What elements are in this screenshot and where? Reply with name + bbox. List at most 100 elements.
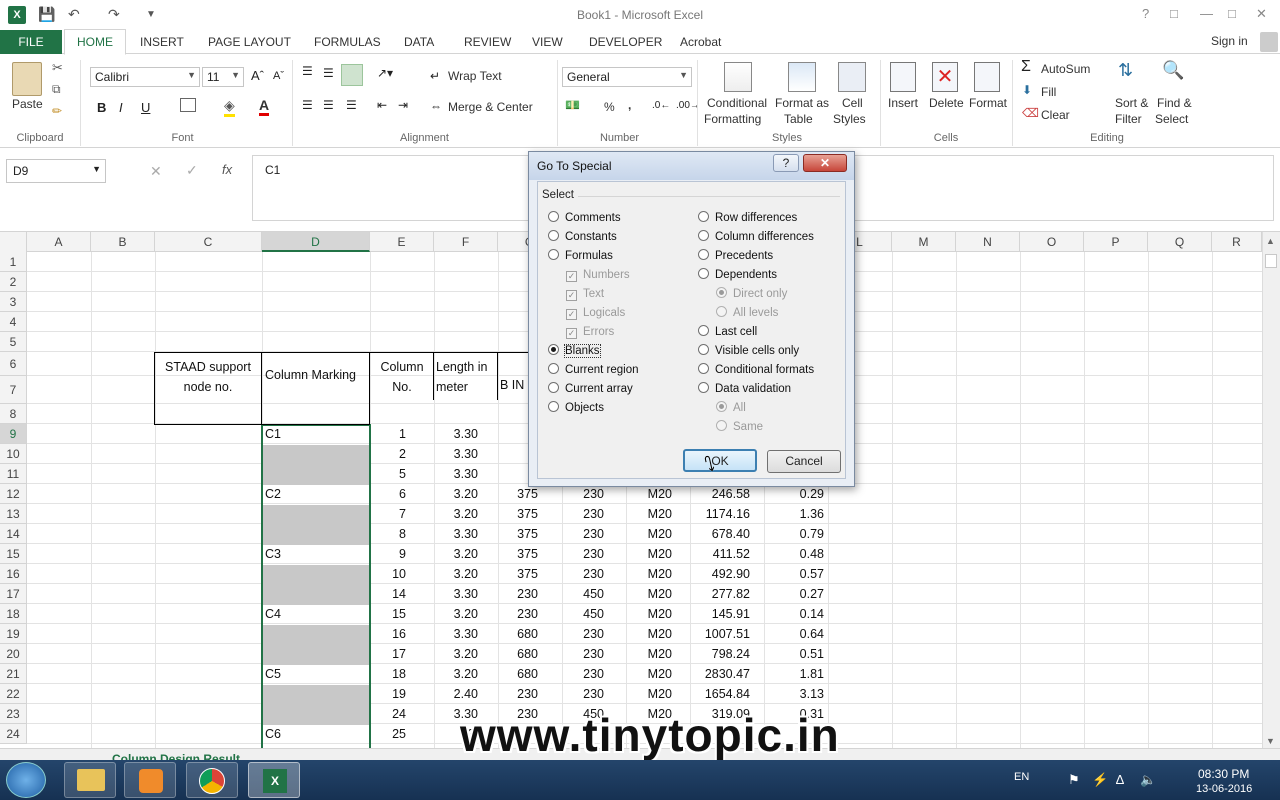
dialog-help-button[interactable]: ? bbox=[773, 154, 799, 172]
row-header-21[interactable]: 21 bbox=[0, 664, 27, 684]
cell-k-row-19[interactable]: 0.64 bbox=[764, 627, 824, 641]
cell-len-row-21[interactable]: 3.20 bbox=[434, 667, 478, 681]
cell-h-row-13[interactable]: 230 bbox=[562, 507, 604, 521]
cell-len-row-10[interactable]: 3.30 bbox=[434, 447, 478, 461]
cell-k-row-17[interactable]: 0.27 bbox=[764, 587, 824, 601]
row-header-17[interactable]: 17 bbox=[0, 584, 27, 604]
row-header-11[interactable]: 11 bbox=[0, 464, 27, 484]
action-center-icon[interactable]: ⚑ bbox=[1068, 772, 1080, 788]
tab-home[interactable]: HOME bbox=[64, 29, 126, 55]
cell-no-row-20[interactable]: 17 bbox=[370, 647, 406, 661]
row-header-1[interactable]: 1 bbox=[0, 252, 27, 272]
column-header-e[interactable]: E bbox=[370, 232, 434, 252]
cell-h-row-19[interactable]: 230 bbox=[562, 627, 604, 641]
row-header-4[interactable]: 4 bbox=[0, 312, 27, 332]
last-cell-option[interactable]: Last cell bbox=[698, 324, 757, 340]
blanks-option[interactable]: Blanks bbox=[548, 343, 601, 359]
cell-i-row-15[interactable]: M20 bbox=[626, 547, 672, 561]
cell-h-row-21[interactable]: 230 bbox=[562, 667, 604, 681]
start-button-icon[interactable] bbox=[6, 762, 46, 798]
autosum-button[interactable]: AutoSum bbox=[1041, 62, 1090, 76]
format-as-table-button[interactable]: Format as bbox=[775, 96, 829, 110]
row-header-10[interactable]: 10 bbox=[0, 444, 27, 464]
power-icon[interactable]: ⚡ bbox=[1092, 772, 1108, 788]
cell-len-row-22[interactable]: 2.40 bbox=[434, 687, 478, 701]
header-length[interactable]: Length in meter bbox=[436, 357, 498, 397]
dialog-close-button[interactable]: ✕ bbox=[803, 154, 847, 172]
tab-view[interactable]: VIEW bbox=[532, 35, 563, 49]
cell-g-row-14[interactable]: 375 bbox=[498, 527, 538, 541]
format-painter-icon[interactable]: ✏ bbox=[52, 104, 62, 118]
row-header-18[interactable]: 18 bbox=[0, 604, 27, 624]
clock-date[interactable]: 13-06-2016 bbox=[1196, 783, 1252, 795]
dependents-option[interactable]: Dependents bbox=[698, 267, 777, 283]
cell-k-row-13[interactable]: 1.36 bbox=[764, 507, 824, 521]
cell-no-row-19[interactable]: 16 bbox=[370, 627, 406, 641]
accounting-format-icon[interactable]: 💵 bbox=[565, 98, 580, 112]
cell-i-row-19[interactable]: M20 bbox=[626, 627, 672, 641]
percent-button[interactable]: % bbox=[604, 100, 615, 114]
row-header-23[interactable]: 23 bbox=[0, 704, 27, 724]
column-header-d[interactable]: D bbox=[262, 232, 370, 252]
excel-taskbar-icon[interactable]: X bbox=[248, 762, 300, 798]
cell-len-row-18[interactable]: 3.20 bbox=[434, 607, 478, 621]
italic-button[interactable]: I bbox=[119, 100, 123, 115]
cell-no-row-12[interactable]: 6 bbox=[370, 487, 406, 501]
cell-k-row-14[interactable]: 0.79 bbox=[764, 527, 824, 541]
cell-k-row-18[interactable]: 0.14 bbox=[764, 607, 824, 621]
cell-mark-row-12[interactable]: C2 bbox=[265, 487, 365, 501]
column-header-a[interactable]: A bbox=[27, 232, 91, 252]
chrome-icon[interactable] bbox=[186, 762, 238, 798]
underline-button[interactable]: U bbox=[141, 100, 150, 115]
wrap-text-icon[interactable]: ↵ bbox=[430, 69, 440, 83]
user-avatar-icon[interactable] bbox=[1260, 32, 1278, 52]
row-header-9[interactable]: 9 bbox=[0, 424, 27, 444]
row-header-14[interactable]: 14 bbox=[0, 524, 27, 544]
cell-g-row-13[interactable]: 375 bbox=[498, 507, 538, 521]
row-header-5[interactable]: 5 bbox=[0, 332, 27, 352]
row-header-7[interactable]: 7 bbox=[0, 376, 27, 404]
column-header-p[interactable]: P bbox=[1084, 232, 1148, 252]
cell-no-row-16[interactable]: 10 bbox=[370, 567, 406, 581]
cell-no-row-21[interactable]: 18 bbox=[370, 667, 406, 681]
cell-no-row-18[interactable]: 15 bbox=[370, 607, 406, 621]
cell-k-row-22[interactable]: 3.13 bbox=[764, 687, 824, 701]
fill-color-icon[interactable]: ◈ bbox=[224, 97, 235, 117]
cell-g-row-17[interactable]: 230 bbox=[498, 587, 538, 601]
header-b-in[interactable]: B IN bbox=[500, 378, 524, 392]
cell-i-row-22[interactable]: M20 bbox=[626, 687, 672, 701]
orientation-icon[interactable]: ↗▾ bbox=[377, 66, 393, 80]
row-header-22[interactable]: 22 bbox=[0, 684, 27, 704]
merge-center-button[interactable]: Merge & Center bbox=[448, 100, 533, 114]
cell-i-row-14[interactable]: M20 bbox=[626, 527, 672, 541]
cell-no-row-22[interactable]: 19 bbox=[370, 687, 406, 701]
cell-no-row-23[interactable]: 24 bbox=[370, 707, 406, 721]
conditional-formatting-icon[interactable] bbox=[724, 62, 752, 92]
cell-h-row-16[interactable]: 230 bbox=[562, 567, 604, 581]
sort-filter-icon[interactable]: ⇅ bbox=[1118, 60, 1133, 81]
cell-g-row-15[interactable]: 375 bbox=[498, 547, 538, 561]
cell-i-row-20[interactable]: M20 bbox=[626, 647, 672, 661]
tab-page-layout[interactable]: PAGE LAYOUT bbox=[208, 35, 291, 49]
header-column-marking[interactable]: Column Marking bbox=[265, 368, 356, 382]
column-header-c[interactable]: C bbox=[155, 232, 262, 252]
tab-developer[interactable]: DEVELOPER bbox=[589, 35, 662, 49]
cell-j-row-14[interactable]: 678.40 bbox=[690, 527, 750, 541]
tab-insert[interactable]: INSERT bbox=[140, 35, 184, 49]
align-right-icon[interactable]: ☰ bbox=[346, 98, 357, 112]
bold-button[interactable]: B bbox=[97, 100, 106, 115]
format-button[interactable]: Format bbox=[969, 96, 1007, 110]
comma-button[interactable]: , bbox=[628, 98, 631, 112]
font-color-icon[interactable]: A bbox=[259, 97, 270, 116]
format-as-table-icon[interactable] bbox=[788, 62, 816, 92]
cell-i-row-21[interactable]: M20 bbox=[626, 667, 672, 681]
cell-no-row-10[interactable]: 2 bbox=[370, 447, 406, 461]
align-left-icon[interactable]: ☰ bbox=[302, 98, 313, 112]
cell-mark-row-9[interactable]: C1 bbox=[265, 427, 365, 441]
cell-g-row-20[interactable]: 680 bbox=[498, 647, 538, 661]
cell-no-row-13[interactable]: 7 bbox=[370, 507, 406, 521]
cell-h-row-18[interactable]: 450 bbox=[562, 607, 604, 621]
header-column-no[interactable]: Column No. bbox=[372, 357, 432, 397]
row-header-12[interactable]: 12 bbox=[0, 484, 27, 504]
data-validation-option[interactable]: Data validation bbox=[698, 381, 791, 397]
